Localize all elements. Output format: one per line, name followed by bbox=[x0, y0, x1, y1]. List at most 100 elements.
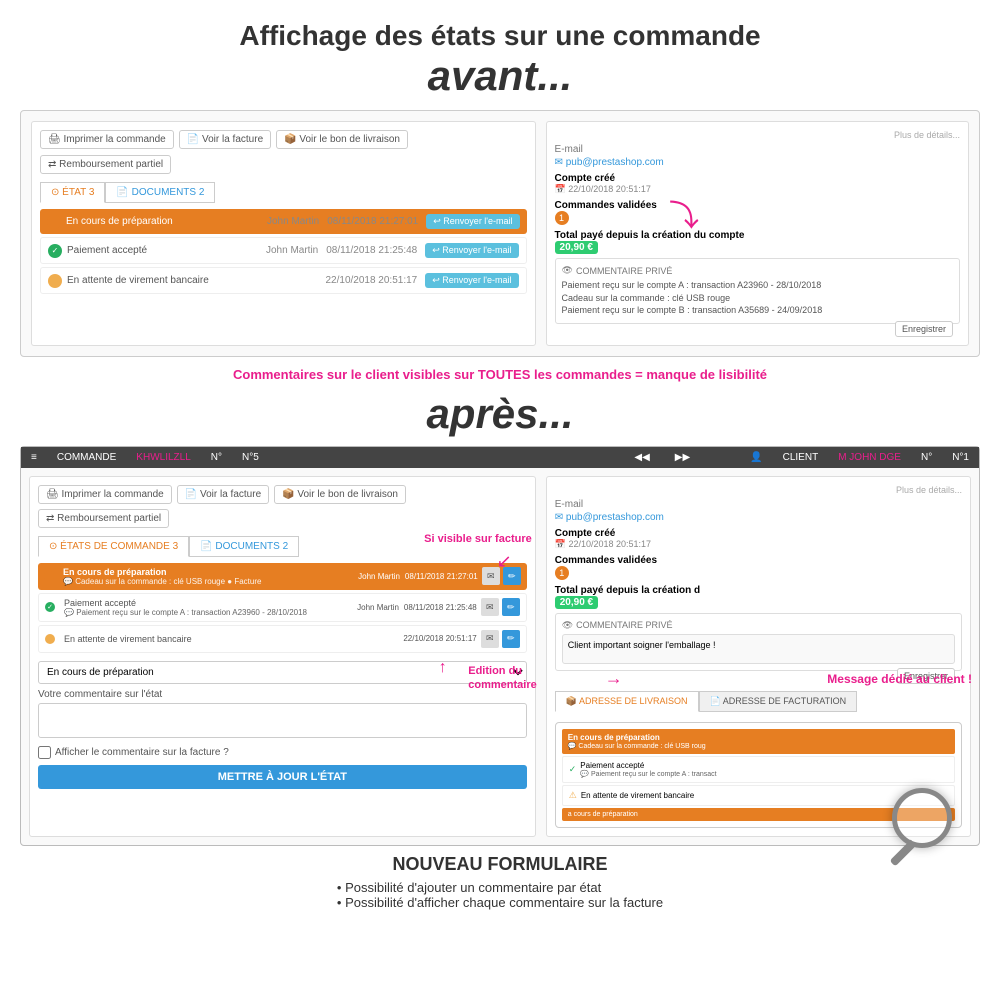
after-state-content-0: En cours de préparation 💬 Cadeau sur la … bbox=[63, 567, 353, 586]
state-label-1: Paiement accepté bbox=[67, 245, 258, 256]
after-left-panel: 🖨 Imprimer la commande 📄 Voir la facture… bbox=[29, 476, 536, 837]
after-state-date-0: 08/11/2018 21:27:01 bbox=[405, 572, 478, 581]
after-state-sub-1: 💬 Paiement reçu sur le compte A : transa… bbox=[64, 608, 352, 617]
bottom-section: NOUVEAU FORMULAIRE Possibilité d'ajouter… bbox=[20, 854, 980, 912]
after-state-date-1: 08/11/2018 21:25:48 bbox=[404, 603, 477, 612]
after-state-icons-1: ✉ ✏ bbox=[481, 598, 520, 616]
after-commandes: Commandes validées 1 bbox=[555, 555, 962, 580]
addr-tab-facturation[interactable]: 📄 ADRESSE DE FACTURATION bbox=[699, 691, 858, 712]
after-state-row-1: ✓ Paiement accepté 💬 Paiement reçu sur l… bbox=[38, 593, 527, 622]
email-label: E-mail bbox=[555, 144, 960, 155]
bullet-list: Possibilité d'ajouter un commentaire par… bbox=[337, 880, 663, 910]
state-user-1: John Martin bbox=[266, 245, 318, 256]
after-state-row-2: En attente de virement bancaire 22/10/20… bbox=[38, 625, 527, 653]
zoom-state-0: En cours de préparation 💬 Cadeau sur la … bbox=[562, 729, 955, 754]
mail-icon-1[interactable]: ✉ bbox=[481, 598, 499, 616]
invoice-btn[interactable]: 📄 Voir la facture bbox=[179, 130, 271, 149]
subtitle-text: avant... bbox=[20, 52, 980, 100]
header-order-num: N°5 bbox=[242, 452, 259, 463]
after-email-link[interactable]: ✉ pub@prestashop.com bbox=[555, 512, 962, 523]
save-btn[interactable]: Enregistrer bbox=[895, 321, 953, 337]
bullet-1: Possibilité d'afficher chaque commentair… bbox=[337, 895, 663, 910]
eye-icon: 👁 bbox=[562, 265, 573, 276]
after-state-icons-2: ✉ ✏ bbox=[481, 630, 520, 648]
after-state-date-2: 22/10/2018 20:51:17 bbox=[403, 634, 476, 643]
state-row-2: En attente de virement bancaire 22/10/20… bbox=[40, 267, 527, 294]
refund-btn[interactable]: ⇄ Remboursement partiel bbox=[40, 155, 171, 174]
zoom-state-1: ✓ Paiement accepté 💬 Paiement reçu sur l… bbox=[562, 756, 955, 783]
state-icon-1: ✓ bbox=[48, 244, 62, 258]
header-number-label: N° bbox=[211, 452, 222, 463]
arrow-annotation: ⤵ bbox=[669, 191, 699, 235]
tab-documents[interactable]: 📄 DOCUMENTS 2 bbox=[105, 182, 215, 203]
after-eye-icon: 👁 bbox=[562, 620, 573, 631]
header-client-num: N°1 bbox=[952, 452, 969, 463]
after-tab-docs[interactable]: 📄 DOCUMENTS 2 bbox=[189, 536, 299, 557]
state-label-0: En cours de préparation bbox=[66, 216, 259, 227]
after-tab-etat[interactable]: ⊙ ÉTATS DE COMMANDE 3 bbox=[38, 536, 189, 557]
after-comment-title: 👁 COMMENTAIRE PRIVÉ bbox=[562, 620, 955, 631]
after-panel: ≡ COMMANDE KHWLILZLL N° N°5 ◀◀ ▶▶ 👤 CLIE… bbox=[20, 446, 980, 846]
email-link[interactable]: ✉ pub@prestashop.com bbox=[555, 157, 960, 168]
nouveau-formulaire-title: NOUVEAU FORMULAIRE bbox=[20, 854, 980, 875]
more-details: Plus de détails... bbox=[555, 130, 960, 140]
main-title: Affichage des états sur une commande ava… bbox=[20, 20, 980, 100]
update-btn[interactable]: METTRE À JOUR L'ÉTAT bbox=[38, 765, 527, 789]
tab-etat[interactable]: ⊙ ÉTAT 3 bbox=[40, 182, 105, 203]
after-state-sub-0: 💬 Cadeau sur la commande : clé USB rouge… bbox=[63, 577, 353, 586]
annotation-arrow-message: → bbox=[605, 668, 623, 689]
after-more-details: Plus de détails... bbox=[555, 485, 962, 495]
state-row-1: ✓ Paiement accepté John Martin 08/11/201… bbox=[40, 237, 527, 264]
before-panel: 🖨 Imprimer la commande 📄 Voir la facture… bbox=[20, 110, 980, 357]
after-refund-btn[interactable]: ⇄ Remboursement partiel bbox=[38, 509, 169, 528]
after-print-btn[interactable]: 🖨 Imprimer la commande bbox=[38, 485, 172, 504]
before-button-row: 🖨 Imprimer la commande 📄 Voir la facture… bbox=[40, 130, 527, 149]
total-paye: Total payé depuis la création du compte … bbox=[555, 230, 960, 254]
after-invoice-btn[interactable]: 📄 Voir la facture bbox=[177, 485, 269, 504]
bullet-0: Possibilité d'ajouter un commentaire par… bbox=[337, 880, 663, 895]
after-state-user-1: John Martin bbox=[357, 603, 399, 612]
state-select[interactable]: En cours de préparation bbox=[38, 661, 527, 684]
after-compte-cree: Compte créé 📅 22/10/2018 20:51:17 bbox=[555, 528, 962, 550]
facture-checkbox[interactable] bbox=[38, 746, 51, 759]
after-state-user-0: John Martin bbox=[358, 572, 400, 581]
zoom-wrap: En cours de préparation 💬 Cadeau sur la … bbox=[555, 722, 962, 828]
resend-btn-2[interactable]: ↩ Renvoyer l'e-mail bbox=[425, 273, 518, 288]
state-icon-2 bbox=[48, 274, 62, 288]
after-state-icon-1: ✓ bbox=[45, 602, 55, 612]
comment-text: Paiement reçu sur le compte A : transact… bbox=[562, 279, 953, 317]
after-comment-wrapper: 👁 COMMENTAIRE PRIVÉ Client important soi… bbox=[555, 613, 962, 671]
header-client-name: M JOHN DGE bbox=[838, 452, 901, 463]
mail-icon-2[interactable]: ✉ bbox=[481, 630, 499, 648]
header-nav-right[interactable]: ▶▶ bbox=[675, 452, 690, 463]
before-tabs: ⊙ ÉTAT 3 📄 DOCUMENTS 2 bbox=[40, 182, 527, 203]
state-row-0: En cours de préparation John Martin 08/1… bbox=[40, 209, 527, 234]
before-left-panel: 🖨 Imprimer la commande 📄 Voir la facture… bbox=[31, 121, 536, 346]
addr-tab-livraison[interactable]: 📦 ADRESSE DE LIVRAISON bbox=[555, 691, 699, 712]
compte-cree: Compte créé 📅 22/10/2018 20:51:17 bbox=[555, 173, 960, 195]
title-text: Affichage des états sur une commande bbox=[239, 20, 760, 51]
after-state-icon-2 bbox=[45, 634, 55, 644]
states-container: Si visible sur facture ↙ En cours de pré… bbox=[38, 563, 527, 653]
comment-textarea[interactable] bbox=[38, 703, 527, 738]
after-total: Total payé depuis la création d 20,90 € bbox=[555, 585, 962, 609]
after-header: ≡ COMMANDE KHWLILZLL N° N°5 ◀◀ ▶▶ 👤 CLIE… bbox=[21, 447, 979, 468]
after-title: après... bbox=[20, 390, 980, 438]
header-nav-left[interactable]: ◀◀ bbox=[634, 452, 649, 463]
state-icon-0 bbox=[47, 215, 61, 229]
magnifier-circle bbox=[892, 788, 952, 848]
edit-icon-1[interactable]: ✏ bbox=[502, 598, 520, 616]
delivery-btn[interactable]: 📦 Voir le bon de livraison bbox=[276, 130, 408, 149]
state-date-1: 08/11/2018 21:25:48 bbox=[326, 245, 417, 256]
resend-btn-0[interactable]: ↩ Renvoyer l'e-mail bbox=[426, 214, 519, 229]
edit-icon-2[interactable]: ✏ bbox=[502, 630, 520, 648]
addr-tabs: 📦 ADRESSE DE LIVRAISON 📄 ADRESSE DE FACT… bbox=[555, 691, 962, 712]
commandes-validees: Commandes validées 1 bbox=[555, 200, 960, 225]
annotation-facture: Si visible sur facture bbox=[424, 533, 532, 545]
print-btn[interactable]: 🖨 Imprimer la commande bbox=[40, 130, 174, 149]
header-commande-label: COMMANDE bbox=[57, 452, 116, 463]
resend-btn-1[interactable]: ↩ Renvoyer l'e-mail bbox=[425, 243, 518, 258]
after-delivery-btn[interactable]: 📦 Voir le bon de livraison bbox=[274, 485, 406, 504]
after-state-content-1: Paiement accepté 💬 Paiement reçu sur le … bbox=[64, 598, 352, 617]
form-label: Votre commentaire sur l'état bbox=[38, 689, 527, 700]
